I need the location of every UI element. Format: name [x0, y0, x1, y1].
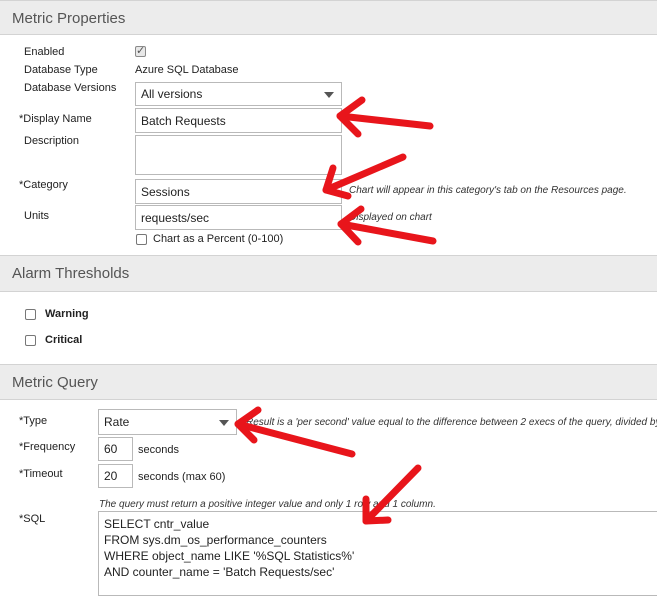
type-label: *Type — [19, 415, 48, 427]
chevron-down-icon — [324, 92, 334, 98]
database-versions-value: All versions — [141, 87, 203, 101]
query-hint: The query must return a positive integer… — [99, 499, 436, 510]
sql-line: FROM sys.dm_os_performance_counters — [104, 533, 327, 547]
frequency-label: *Frequency — [19, 441, 76, 453]
sql-textarea[interactable]: SELECT cntr_value FROM sys.dm_os_perform… — [98, 511, 657, 596]
metric-query-header: Metric Query — [0, 364, 657, 400]
sql-line: WHERE object_name LIKE '%SQL Statistics%… — [104, 549, 355, 563]
category-hint: Chart will appear in this category's tab… — [349, 185, 627, 196]
database-type-value: Azure SQL Database — [135, 64, 239, 76]
sql-line: AND counter_name = 'Batch Requests/sec' — [104, 565, 335, 579]
database-versions-label: Database Versions — [24, 82, 117, 94]
chevron-down-icon — [219, 420, 229, 426]
description-label: Description — [24, 135, 80, 147]
enabled-label: Enabled — [24, 46, 65, 58]
critical-label: Critical — [45, 334, 83, 346]
sql-label: *SQL — [19, 513, 46, 525]
critical-checkbox[interactable] — [25, 335, 36, 346]
metric-properties-header: Metric Properties — [0, 0, 657, 35]
chart-percent-label: Chart as a Percent (0-100) — [153, 233, 284, 245]
units-input[interactable] — [135, 205, 342, 230]
type-select[interactable]: Rate — [98, 409, 237, 435]
frequency-unit: seconds — [138, 444, 179, 456]
display-name-label: *Display Name — [19, 113, 92, 125]
enabled-checkbox[interactable] — [135, 44, 146, 57]
category-input[interactable] — [135, 179, 342, 204]
arrow-icon — [336, 96, 434, 138]
units-hint: Displayed on chart — [349, 212, 432, 223]
type-value: Rate — [104, 415, 130, 429]
frequency-input[interactable] — [98, 437, 133, 461]
warning-label: Warning — [45, 308, 89, 320]
database-type-label: Database Type — [24, 64, 98, 76]
database-versions-select[interactable]: All versions — [135, 82, 342, 106]
warning-checkbox[interactable] — [25, 309, 36, 320]
chart-percent-checkbox[interactable] — [136, 234, 147, 245]
units-label: Units — [24, 210, 50, 222]
description-textarea[interactable] — [135, 135, 342, 175]
display-name-input[interactable] — [135, 108, 342, 133]
type-hint: Result is a 'per second' value equal to … — [246, 417, 657, 428]
timeout-unit: seconds (max 60) — [138, 471, 226, 483]
timeout-label: *Timeout — [19, 468, 63, 480]
alarm-thresholds-header: Alarm Thresholds — [0, 255, 657, 292]
category-label: *Category — [19, 179, 68, 191]
timeout-input[interactable] — [98, 464, 133, 488]
sql-line: SELECT cntr_value — [104, 517, 210, 531]
